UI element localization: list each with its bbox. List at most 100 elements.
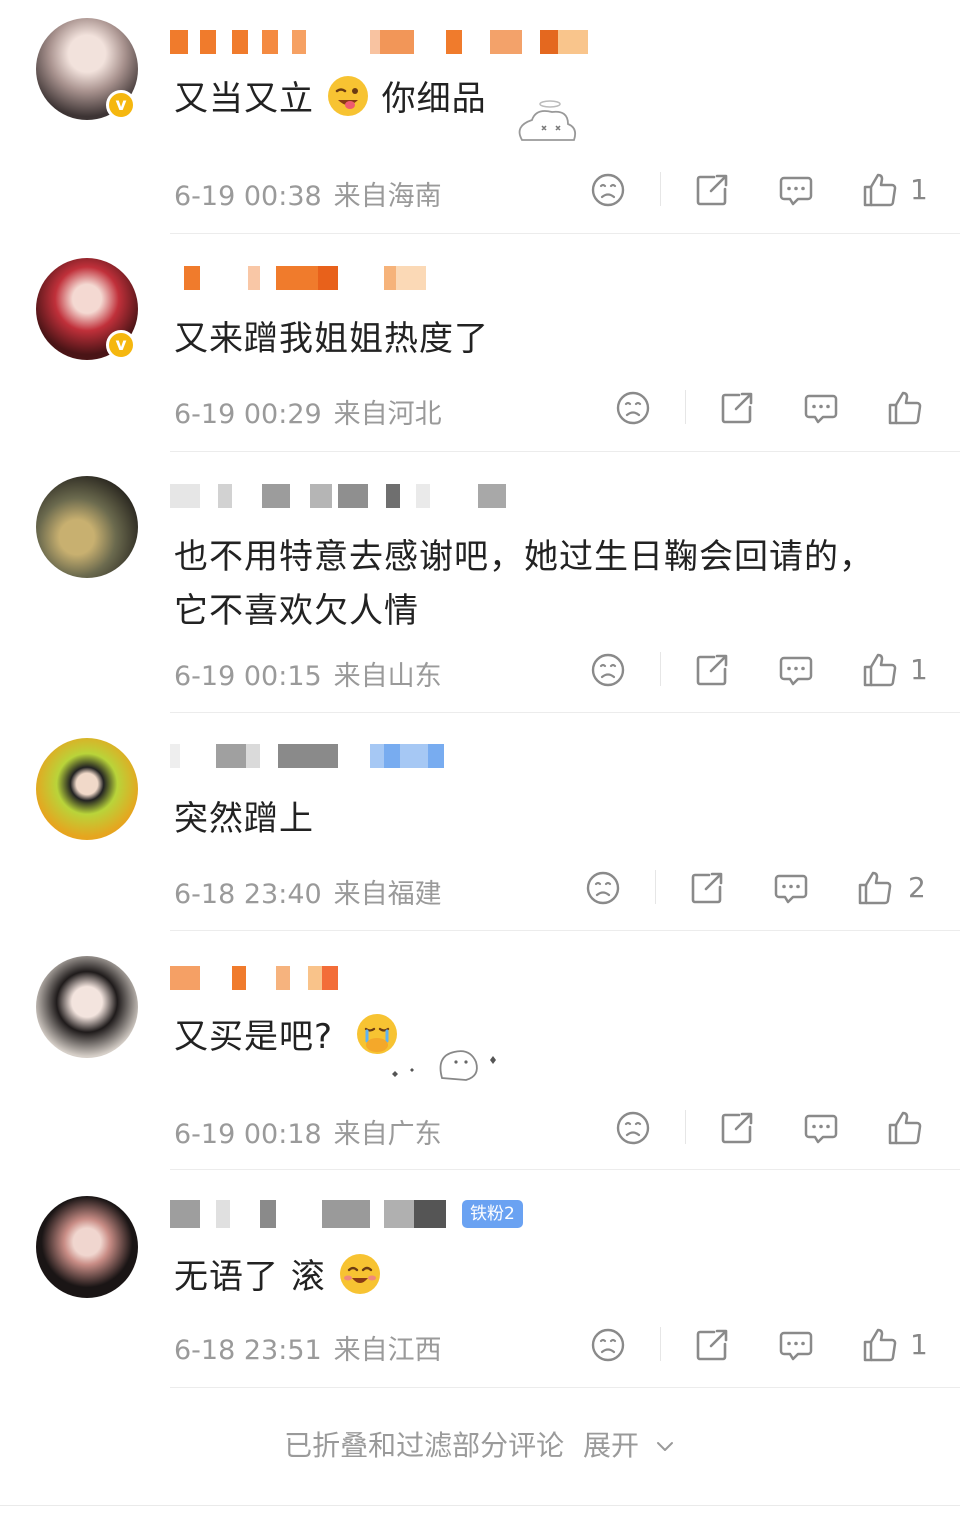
share-icon	[721, 1112, 753, 1144]
comment-icon	[779, 1331, 813, 1361]
verified-badge-icon: v	[106, 330, 136, 360]
username[interactable]	[170, 30, 630, 54]
comment-text: 无语了 滚	[174, 1250, 914, 1304]
sad-face-icon	[591, 653, 625, 687]
reply-button[interactable]	[776, 170, 816, 210]
like-button[interactable]	[860, 1325, 900, 1365]
thumbs-up-icon	[888, 391, 922, 425]
sad-face-icon	[591, 1328, 625, 1362]
share-button[interactable]	[717, 388, 757, 428]
timestamp: 6-19 00:15	[174, 661, 322, 692]
comment-icon	[779, 656, 813, 686]
chevron-down-icon	[656, 1442, 673, 1451]
username[interactable]: 铁粉2	[170, 1200, 630, 1228]
avatar[interactable]	[36, 956, 138, 1058]
comment-meta: 6-19 00:18 来自广东	[174, 1112, 442, 1151]
thumbs-up-icon	[863, 1328, 897, 1362]
divider	[660, 1327, 661, 1361]
divider	[660, 172, 661, 206]
action-bar: 1	[588, 1325, 948, 1365]
share-button[interactable]	[692, 650, 732, 690]
comment-icon	[779, 176, 813, 206]
reply-button[interactable]	[801, 388, 841, 428]
share-icon	[696, 174, 728, 206]
divider	[170, 1387, 960, 1388]
reply-button[interactable]	[776, 1325, 816, 1365]
like-count: 2	[908, 871, 926, 904]
thumbs-up-icon	[888, 1111, 922, 1145]
share-button[interactable]	[717, 1108, 757, 1148]
divider	[660, 652, 661, 686]
timestamp: 6-19 00:38	[174, 181, 322, 212]
action-bar: 2	[583, 868, 943, 908]
timestamp: 6-18 23:51	[174, 1335, 322, 1366]
sticker-decoration-icon	[392, 1050, 496, 1081]
username[interactable]	[170, 966, 630, 990]
avatar[interactable]	[36, 738, 138, 840]
expand-link[interactable]: 展开	[583, 1429, 639, 1462]
share-button[interactable]	[692, 1325, 732, 1365]
username[interactable]	[170, 266, 630, 290]
like-button[interactable]	[855, 868, 895, 908]
dislike-button[interactable]	[583, 868, 623, 908]
share-icon	[721, 392, 753, 424]
like-count: 1	[910, 1328, 928, 1361]
username[interactable]	[170, 484, 630, 508]
dislike-button[interactable]	[613, 1108, 653, 1148]
share-icon	[696, 1329, 728, 1361]
dislike-button[interactable]	[588, 650, 628, 690]
comment-meta: 6-18 23:51 来自江西	[174, 1328, 442, 1367]
wink-tongue-emoji-icon	[326, 74, 370, 118]
location: 来自海南	[333, 181, 442, 212]
avatar[interactable]: v	[36, 18, 138, 120]
comment-meta: 6-19 00:29 来自河北	[174, 392, 442, 431]
sad-face-icon	[616, 1111, 650, 1145]
dislike-button[interactable]	[613, 388, 653, 428]
like-button[interactable]	[885, 1108, 925, 1148]
smile-emoji-icon	[338, 1252, 382, 1296]
comment-text: 又买是吧?	[174, 1010, 914, 1064]
avatar[interactable]: v	[36, 258, 138, 360]
comment-icon	[804, 1114, 838, 1144]
dislike-button[interactable]	[588, 170, 628, 210]
divider	[0, 1505, 960, 1506]
thumbs-up-icon	[863, 173, 897, 207]
thumbs-up-icon	[863, 653, 897, 687]
divider	[685, 390, 686, 424]
action-bar	[613, 1108, 943, 1148]
share-button[interactable]	[692, 170, 732, 210]
divider	[170, 233, 960, 234]
comment-text: 也不用特意去感谢吧，她过生日鞠会回请的， 它不喜欢欠人情	[174, 537, 874, 631]
divider	[170, 1169, 960, 1170]
avatar[interactable]	[36, 476, 138, 578]
verified-badge-icon: v	[106, 90, 136, 120]
sticker-decoration-icon	[518, 100, 577, 141]
like-button[interactable]	[860, 650, 900, 690]
action-bar	[613, 388, 943, 428]
location: 来自福建	[333, 879, 442, 910]
like-button[interactable]	[885, 388, 925, 428]
reply-button[interactable]	[771, 868, 811, 908]
collapsed-comments-notice[interactable]: 已折叠和过滤部分评论 展开	[0, 1424, 960, 1464]
timestamp: 6-18 23:40	[174, 879, 322, 910]
comment-icon	[804, 394, 838, 424]
share-button[interactable]	[687, 868, 727, 908]
dislike-button[interactable]	[588, 1325, 628, 1365]
comment-meta: 6-18 23:40 来自福建	[174, 872, 442, 911]
divider	[655, 870, 656, 904]
username[interactable]	[170, 744, 630, 768]
timestamp: 6-19 00:18	[174, 1119, 322, 1150]
like-button[interactable]	[860, 170, 900, 210]
reply-button[interactable]	[776, 650, 816, 690]
like-count: 1	[910, 653, 928, 686]
divider	[170, 712, 960, 713]
like-count: 1	[910, 173, 928, 206]
reply-button[interactable]	[801, 1108, 841, 1148]
action-bar: 1	[588, 170, 948, 210]
fan-level-badge: 铁粉2	[462, 1200, 523, 1228]
avatar[interactable]	[36, 1196, 138, 1298]
comment-text: 又来蹭我姐姐热度了	[174, 319, 489, 359]
share-icon	[696, 654, 728, 686]
comment-icon	[774, 874, 808, 904]
comment-text: 突然蹭上	[174, 799, 314, 839]
